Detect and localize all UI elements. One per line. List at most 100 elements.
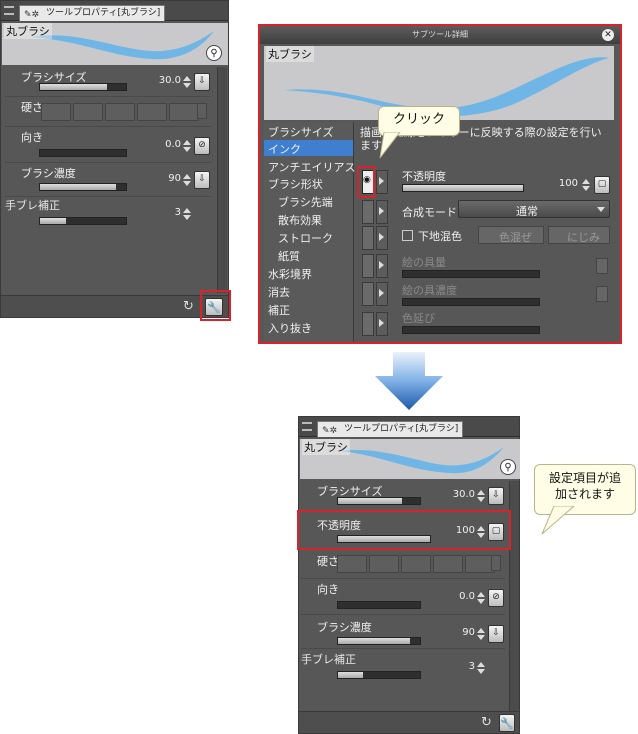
hardness-option[interactable] bbox=[41, 103, 71, 121]
blend-mode-expand-button[interactable] bbox=[376, 200, 388, 224]
result-hardness-option[interactable] bbox=[369, 555, 399, 573]
result-brush-size-value[interactable]: 30.0 bbox=[441, 489, 475, 500]
result-hardness-option[interactable] bbox=[433, 555, 463, 573]
paint-density-expand-button[interactable] bbox=[376, 282, 388, 306]
brush-size-value[interactable]: 30.0 bbox=[145, 75, 181, 86]
result-stabilization-slider[interactable] bbox=[337, 671, 421, 679]
category-antialias[interactable]: アンチエイリアス bbox=[268, 159, 356, 175]
opacity-value[interactable]: 100 bbox=[548, 178, 578, 189]
opacity-pressure-icon[interactable]: ▢ bbox=[594, 176, 610, 194]
direction-slider[interactable] bbox=[39, 149, 127, 157]
tool-property-tab[interactable]: ✎✲ ツールプロパティ[丸ブラシ] bbox=[19, 5, 166, 21]
result-stabilization-row: 手ブレ補正 3 bbox=[301, 651, 505, 685]
result-direction-slider[interactable] bbox=[337, 601, 421, 609]
category-watercolor-edge[interactable]: 水彩境界 bbox=[268, 266, 312, 282]
hardness-next-icon[interactable] bbox=[197, 103, 207, 119]
result-density-pressure-icon[interactable]: ⇩ bbox=[488, 625, 504, 643]
pressure-icon[interactable]: ⇩ bbox=[194, 73, 210, 91]
paint-density-pressure-icon[interactable] bbox=[596, 286, 608, 302]
category-erase[interactable]: 消去 bbox=[268, 284, 290, 300]
color-stretch-toggle[interactable] bbox=[362, 312, 374, 336]
opacity-slider[interactable] bbox=[402, 184, 524, 192]
result-brush-size-slider[interactable] bbox=[337, 497, 421, 505]
brush-stroke-preview: 丸ブラシ ⚲ bbox=[2, 23, 228, 65]
reset-icon[interactable]: ↻ bbox=[183, 299, 194, 314]
blend-mode-dropdown[interactable]: 通常 bbox=[458, 200, 610, 218]
category-taper[interactable]: 入り抜き bbox=[268, 320, 312, 336]
result-stabilization-value[interactable]: 3 bbox=[441, 661, 475, 672]
result-direction-value[interactable]: 0.0 bbox=[441, 591, 475, 602]
result-reset-icon[interactable]: ↻ bbox=[481, 715, 492, 730]
color-stretch-expand-button[interactable] bbox=[376, 312, 388, 336]
category-brush-size[interactable]: ブラシサイズ bbox=[268, 124, 333, 140]
detail-button-highlight bbox=[200, 290, 231, 321]
result-hardness-next-icon[interactable] bbox=[491, 555, 501, 571]
panel-scrollbar[interactable] bbox=[217, 67, 227, 293]
color-stretch-slider[interactable] bbox=[402, 326, 540, 334]
blend-mode-label: 合成モード bbox=[402, 206, 457, 219]
random-direction-icon[interactable]: ⊘ bbox=[194, 137, 210, 155]
result-direction-spinner[interactable] bbox=[477, 592, 485, 604]
result-brush-size-spinner[interactable] bbox=[477, 490, 485, 502]
brush-density-value[interactable]: 90 bbox=[145, 173, 181, 184]
paint-density-toggle[interactable] bbox=[362, 282, 374, 306]
result-panel-menu-icon[interactable] bbox=[302, 422, 312, 431]
category-brush-shape[interactable]: ブラシ形状 bbox=[268, 176, 323, 192]
underlayer-checkbox[interactable] bbox=[402, 230, 413, 241]
hardness-option[interactable] bbox=[105, 103, 135, 121]
result-brush-density-spinner[interactable] bbox=[477, 628, 485, 640]
result-pressure-icon[interactable]: ⇩ bbox=[488, 487, 504, 505]
paint-amount-expand-button[interactable] bbox=[376, 254, 388, 278]
direction-value[interactable]: 0.0 bbox=[145, 139, 181, 150]
result-tool-property-tab[interactable]: ✎✲ ツールプロパティ[丸ブラシ] bbox=[317, 421, 464, 437]
hardness-option[interactable] bbox=[169, 103, 199, 121]
hardness-option[interactable] bbox=[137, 103, 167, 121]
paint-amount-slider[interactable] bbox=[402, 270, 540, 278]
result-preview-zoom-icon[interactable]: ⚲ bbox=[500, 459, 516, 475]
category-brush-tip[interactable]: ブラシ先端 bbox=[278, 194, 333, 210]
opacity-label: 不透明度 bbox=[402, 170, 446, 183]
result-brush-preview: 丸ブラシ ⚲ bbox=[300, 439, 520, 479]
panel-menu-icon[interactable] bbox=[4, 6, 14, 15]
result-tool-property-panel: ✎✲ ツールプロパティ[丸ブラシ] 丸ブラシ ⚲ ブラシサイズ 30.0 ⇩ 不… bbox=[298, 416, 520, 734]
result-brush-density-fill bbox=[338, 638, 411, 644]
click-callout-text: クリック bbox=[392, 112, 445, 127]
density-pressure-icon[interactable]: ⇩ bbox=[194, 171, 210, 189]
stabilization-value[interactable]: 3 bbox=[145, 207, 181, 218]
category-paper-texture[interactable]: 紙質 bbox=[278, 248, 300, 264]
category-correction[interactable]: 補正 bbox=[268, 302, 290, 318]
result-hardness-label: 硬さ bbox=[317, 555, 339, 568]
opacity-spinner[interactable] bbox=[582, 179, 590, 191]
color-mix-button[interactable]: 色混ぜ bbox=[478, 226, 544, 244]
category-ink[interactable]: インク bbox=[268, 141, 301, 157]
opacity-expand-button[interactable] bbox=[376, 170, 388, 194]
close-icon[interactable]: ✕ bbox=[602, 29, 614, 41]
paint-amount-toggle[interactable] bbox=[362, 254, 374, 278]
brush-density-slider[interactable] bbox=[39, 183, 127, 191]
bleed-button[interactable]: にじみ bbox=[548, 226, 610, 244]
paint-amount-pressure-icon[interactable] bbox=[596, 258, 608, 274]
underlayer-expand-button[interactable] bbox=[376, 226, 388, 250]
result-sub-tool-detail-icon[interactable]: 🔧 bbox=[499, 714, 515, 732]
brush-size-slider[interactable] bbox=[39, 83, 127, 91]
stabilization-slider[interactable] bbox=[39, 217, 127, 225]
result-random-direction-icon[interactable]: ⊘ bbox=[488, 589, 504, 607]
underlayer-toggle[interactable] bbox=[362, 226, 374, 250]
category-spray[interactable]: 散布効果 bbox=[278, 212, 322, 228]
result-hardness-option[interactable] bbox=[401, 555, 431, 573]
result-brush-density-value[interactable]: 90 bbox=[441, 627, 475, 638]
chevron-down-icon bbox=[597, 207, 605, 212]
paint-density-slider[interactable] bbox=[402, 298, 540, 306]
direction-spinner[interactable] bbox=[183, 140, 191, 152]
result-hardness-option[interactable] bbox=[337, 555, 367, 573]
brush-size-spinner[interactable] bbox=[183, 76, 191, 88]
stabilization-spinner[interactable] bbox=[183, 208, 191, 220]
hardness-option[interactable] bbox=[73, 103, 103, 121]
blend-mode-toggle[interactable] bbox=[362, 200, 374, 224]
brush-density-spinner[interactable] bbox=[183, 174, 191, 186]
result-brush-density-slider[interactable] bbox=[337, 637, 421, 645]
category-stroke[interactable]: ストローク bbox=[278, 230, 333, 246]
result-stabilization-spinner[interactable] bbox=[477, 662, 485, 674]
preview-zoom-icon[interactable]: ⚲ bbox=[206, 45, 222, 61]
added-opacity-highlight bbox=[297, 510, 511, 550]
